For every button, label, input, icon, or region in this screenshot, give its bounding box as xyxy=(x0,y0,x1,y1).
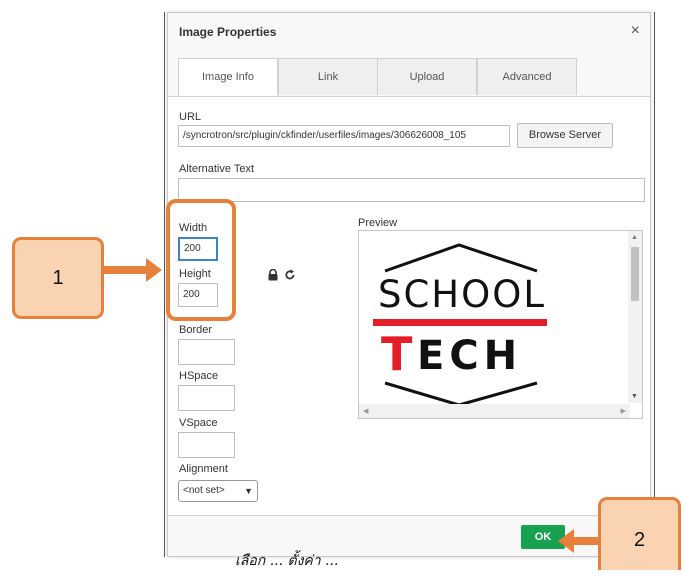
hspace-input[interactable] xyxy=(178,385,235,411)
hspace-label: HSpace xyxy=(179,370,219,382)
browse-server-button[interactable]: Browse Server xyxy=(517,123,613,148)
url-input[interactable]: /syncrotron/src/plugin/ckfinder/userfile… xyxy=(178,125,510,147)
page-left-edge xyxy=(164,12,165,557)
callout-2: 2 xyxy=(598,497,681,570)
chevron-down-icon: ▼ xyxy=(244,486,253,496)
arrow-to-size-fields xyxy=(104,258,162,282)
tab-upload[interactable]: Upload xyxy=(377,58,477,95)
callout-1: 1 xyxy=(12,237,104,319)
scroll-down-icon[interactable]: ▼ xyxy=(631,393,638,400)
horizontal-scrollbar[interactable]: ◀ ▶ xyxy=(359,404,630,418)
tab-link[interactable]: Link xyxy=(278,58,378,95)
alignment-value: <not set> xyxy=(183,485,225,496)
scroll-up-icon[interactable]: ▲ xyxy=(631,234,638,241)
scroll-left-icon[interactable]: ◀ xyxy=(363,407,368,415)
lock-ratio-icon[interactable] xyxy=(267,268,279,281)
preview-pane: SCHOOL T ECH ▲ ▼ ◀ ▶ xyxy=(358,230,643,419)
logo-word-ech: ECH xyxy=(417,333,523,379)
alt-text-label: Alternative Text xyxy=(179,163,255,175)
vspace-label: VSpace xyxy=(179,417,218,429)
border-input[interactable] xyxy=(178,339,235,365)
width-height-highlight xyxy=(166,199,236,321)
url-label: URL xyxy=(179,111,202,123)
tab-strip: Image Info Link Upload Advanced xyxy=(168,51,650,97)
vertical-scrollbar[interactable]: ▲ ▼ xyxy=(628,231,642,403)
alignment-select[interactable]: <not set> ▼ xyxy=(178,480,258,502)
school-tech-logo: SCHOOL T ECH xyxy=(361,231,629,406)
scroll-right-icon[interactable]: ▶ xyxy=(621,407,626,415)
alt-text-input[interactable] xyxy=(178,178,645,202)
logo-word-school: SCHOOL xyxy=(377,273,546,316)
page-right-edge xyxy=(654,12,655,557)
tab-image-info[interactable]: Image Info xyxy=(178,58,278,96)
reset-size-icon[interactable] xyxy=(284,268,296,280)
border-label: Border xyxy=(179,324,213,336)
arrow-to-ok-button xyxy=(558,529,598,553)
vspace-input[interactable] xyxy=(178,432,235,458)
preview-label: Preview xyxy=(358,217,398,229)
dialog-titlebar: Image Properties × xyxy=(168,13,650,52)
scrollbar-thumb[interactable] xyxy=(631,247,639,301)
alignment-label: Alignment xyxy=(179,463,228,475)
bottom-caption: เลือก ... ตั้งค่า ... xyxy=(235,553,339,569)
dialog-title: Image Properties xyxy=(179,25,277,39)
tab-advanced[interactable]: Advanced xyxy=(477,58,577,95)
image-properties-dialog: Image Properties × Image Info Link Uploa… xyxy=(167,12,651,557)
logo-letter-t: T xyxy=(381,327,413,381)
close-icon[interactable]: × xyxy=(631,22,640,40)
